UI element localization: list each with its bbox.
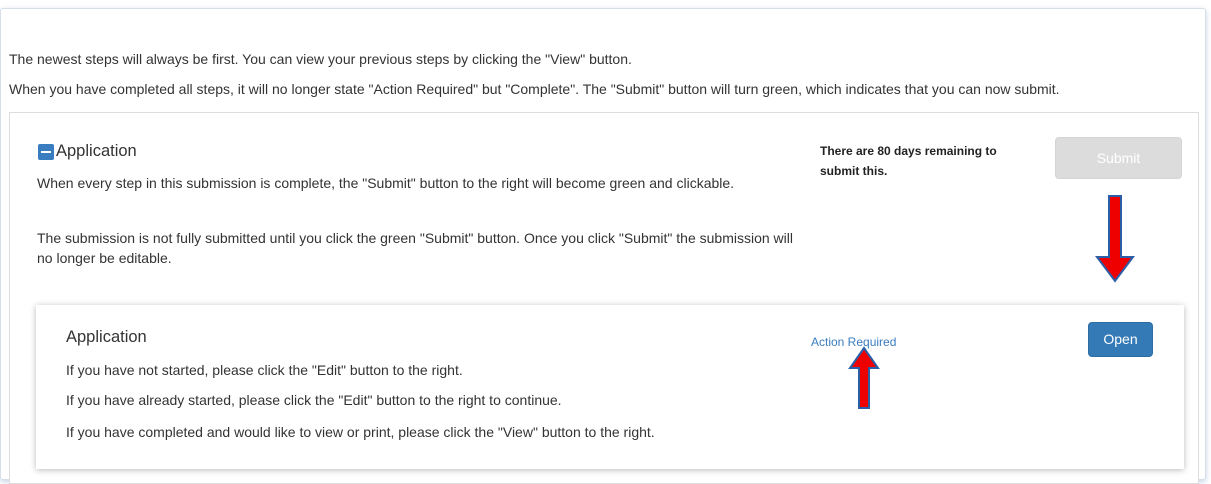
step-title: Application: [66, 328, 147, 346]
minus-square-icon[interactable]: [38, 144, 54, 160]
submission-title: Application: [56, 142, 137, 160]
step-instruction-1: If you have not started, please click th…: [66, 362, 463, 378]
submit-button[interactable]: Submit: [1055, 137, 1182, 179]
intro-line-2: When you have completed all steps, it wi…: [9, 81, 1060, 97]
instructions-frame: The newest steps will always be first. Y…: [0, 8, 1206, 484]
intro-line-1: The newest steps will always be first. Y…: [9, 51, 632, 67]
submission-panel: Application When every step in this subm…: [9, 112, 1199, 484]
days-remaining-text: There are 80 days remaining to submit th…: [820, 144, 997, 178]
step-instruction-2: If you have already started, please clic…: [66, 392, 562, 408]
red-arrow-down-icon: [1095, 195, 1135, 283]
step-instruction-3: If you have completed and would like to …: [66, 424, 655, 440]
submission-paragraph-2: The submission is not fully submitted un…: [37, 230, 793, 266]
step-card: Application If you have not started, ple…: [36, 305, 1184, 469]
submission-paragraph-1: When every step in this submission is co…: [37, 175, 735, 191]
red-arrow-up-icon: [848, 346, 880, 409]
open-button[interactable]: Open: [1088, 322, 1153, 357]
